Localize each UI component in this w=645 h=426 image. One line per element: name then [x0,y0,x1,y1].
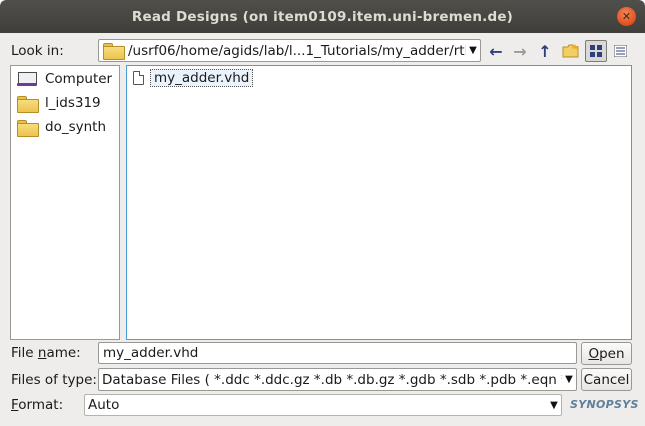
file-type-value: Database Files ( *.ddc *.ddc.gz *.db *.d… [102,371,562,388]
window-title: Read Designs (on item0109.item.uni-breme… [131,8,514,25]
sidebar-item-label: l_ids319 [45,95,101,111]
format-select[interactable]: Auto ▼ [84,394,562,416]
title-bar[interactable]: Read Designs (on item0109.item.uni-breme… [0,0,645,33]
file-name-label: my_adder.vhd [150,69,254,87]
look-in-label: Look in: [11,43,64,59]
synopsys-logo: SYNOPSYS [570,398,639,411]
read-designs-dialog: Read Designs (on item0109.item.uni-breme… [0,0,645,426]
sidebar-item-computer[interactable]: Computer [17,68,112,90]
file-type-select[interactable]: Database Files ( *.ddc *.ddc.gz *.db *.d… [98,368,577,391]
format-label: Format: [11,397,64,413]
computer-icon [17,71,37,87]
folder-icon [17,119,39,137]
forward-arrow-icon[interactable]: → [510,41,530,61]
open-button[interactable]: Open [581,342,632,365]
file-list[interactable]: my_adder.vhd [126,65,632,340]
back-arrow-icon[interactable]: ← [486,41,506,61]
close-icon: ✕ [621,10,632,23]
dropdown-arrow-icon: ▼ [550,399,558,411]
up-arrow-icon[interactable]: ↑ [535,41,555,61]
folder-icon [17,95,39,113]
places-sidebar: Computer l_ids319 do_synth [10,65,120,340]
folder-icon [103,43,125,60]
file-name-label: File name: [11,345,81,361]
files-of-type-label: Files of type: [11,372,97,388]
sidebar-item-label: do_synth [45,119,107,135]
file-icon [133,71,144,85]
list-view-icon[interactable] [585,40,607,62]
look-in-path: /usrf06/home/agids/lab/l...1_Tutorials/m… [128,42,466,59]
list-item[interactable]: my_adder.vhd [133,68,254,88]
open-button-label: Open [588,345,625,362]
sidebar-item-do-synth[interactable]: do_synth [17,116,106,138]
cancel-button[interactable]: Cancel [581,368,632,391]
close-button[interactable]: ✕ [617,7,636,26]
sidebar-item-label: Computer [45,71,113,87]
look-in-combo[interactable]: /usrf06/home/agids/lab/l...1_Tutorials/m… [98,39,481,62]
sidebar-item-l-ids319[interactable]: l_ids319 [17,92,101,114]
new-folder-icon[interactable] [561,41,581,61]
format-value: Auto [88,397,120,413]
detail-view-icon[interactable] [610,41,630,61]
file-name-value: my_adder.vhd [103,345,199,361]
dropdown-arrow-icon: ▼ [469,45,477,56]
file-name-input[interactable]: my_adder.vhd [98,342,577,364]
dropdown-arrow-icon: ▼ [565,374,573,385]
